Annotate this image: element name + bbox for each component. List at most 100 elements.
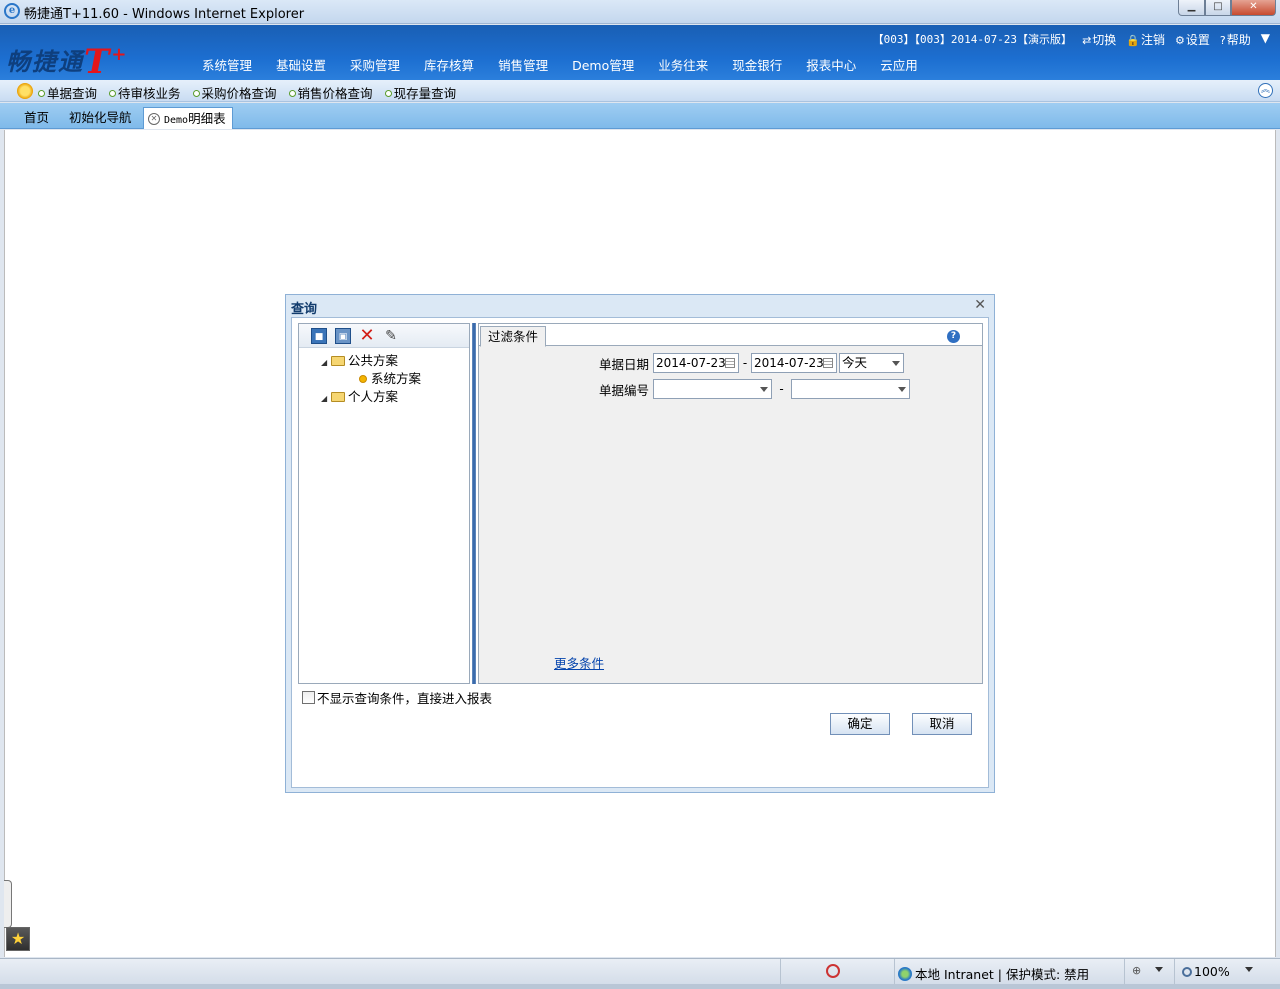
nav-system-management[interactable]: 系统管理 xyxy=(190,57,264,75)
save-icon[interactable]: ■ xyxy=(311,327,327,344)
skip-query-label: 不显示查询条件，直接进入报表 xyxy=(317,691,493,706)
bullet-icon xyxy=(192,90,200,97)
quick-link-stock-query[interactable]: 现存量查询 xyxy=(384,83,456,102)
number-to-select[interactable] xyxy=(791,379,910,399)
tree-node-personal[interactable]: ◢ 个人方案 xyxy=(321,388,469,406)
tab-demo-suffix: 明细表 xyxy=(188,111,226,126)
star-icon[interactable]: ★ xyxy=(6,927,30,951)
quick-link-pending-review[interactable]: 待审核业务 xyxy=(109,83,181,102)
window-title: 畅捷通T+11.60 - Windows Internet Explorer xyxy=(24,7,305,22)
help-icon[interactable]: ? xyxy=(947,330,960,343)
nav-business-dealings[interactable]: 业务往来 xyxy=(646,57,720,75)
settings-link[interactable]: ⚙设置 xyxy=(1175,31,1210,48)
protected-mode-icon[interactable]: ⊕ xyxy=(1132,964,1141,977)
dialog-title: 查询 xyxy=(291,302,318,317)
popup-blocker-icon[interactable] xyxy=(826,964,840,978)
globe-icon xyxy=(898,967,912,981)
nav-basic-settings[interactable]: 基础设置 xyxy=(264,57,338,75)
tree-node-system[interactable]: 系统方案 xyxy=(321,370,469,388)
folder-icon xyxy=(331,356,345,366)
switch-icon: ⇄ xyxy=(1082,34,1092,47)
number-label: 单据编号 xyxy=(598,382,649,398)
chevron-down-icon[interactable] xyxy=(760,387,768,392)
save-as-icon[interactable]: ▣ xyxy=(335,327,351,344)
help-link[interactable]: ?帮助 xyxy=(1220,31,1251,48)
favorites-bar: ★ xyxy=(4,880,30,952)
calendar-icon[interactable] xyxy=(823,358,833,368)
nav-purchase-management[interactable]: 采购管理 xyxy=(338,57,412,75)
dialog-body: ■ ▣ ✕ ✎ ◢ 公共方案 系统方案 ◢ 个人方案 过滤条件 ? 单据日期 2… xyxy=(291,317,989,788)
close-tab-icon[interactable]: ✕ xyxy=(148,113,160,125)
skip-query-checkbox[interactable] xyxy=(302,691,315,704)
tab-init-guide[interactable]: 初始化导航 xyxy=(69,107,132,129)
filter-tabs: 过滤条件 ? xyxy=(479,324,982,347)
expand-arrow-icon[interactable]: ◢ xyxy=(321,354,331,372)
help-icon: ? xyxy=(1219,34,1226,47)
tab-demo-detail[interactable]: ✕ Demo明细表 xyxy=(143,107,233,129)
number-from-select[interactable] xyxy=(653,379,772,399)
panel-splitter[interactable] xyxy=(472,323,476,684)
chevron-down-icon[interactable] xyxy=(898,387,906,392)
date-label: 单据日期 xyxy=(598,356,649,372)
number-row: 单据编号 - xyxy=(595,379,910,399)
scheme-tree: ◢ 公共方案 系统方案 ◢ 个人方案 xyxy=(299,348,469,406)
favorites-handle[interactable] xyxy=(4,880,12,928)
chevron-down-icon[interactable] xyxy=(1155,967,1163,972)
bullet-icon xyxy=(38,90,45,97)
logo-text: 畅捷通 xyxy=(6,47,84,76)
maximize-button[interactable]: □ xyxy=(1205,0,1231,16)
logo-mark: T xyxy=(84,42,112,82)
calendar-icon[interactable] xyxy=(725,358,735,368)
collapse-up-icon[interactable]: ︽ xyxy=(1258,83,1273,98)
dialog-close-icon[interactable]: ✕ xyxy=(974,297,986,313)
quick-link-sales-price[interactable]: 销售价格查询 xyxy=(288,83,373,102)
header-utility-bar: 【003】【003】2014-07-23【演示版】 ⇄切换 🔒注销 ⚙设置 ?帮… xyxy=(873,31,1270,48)
range-dash: - xyxy=(779,382,784,396)
nav-sales-management[interactable]: 销售管理 xyxy=(486,57,560,75)
tab-filter-conditions[interactable]: 过滤条件 xyxy=(480,326,547,347)
cancel-button[interactable]: 取消 xyxy=(912,713,972,735)
bullet-icon xyxy=(384,90,392,97)
zoom-icon xyxy=(1182,967,1192,977)
date-row: 单据日期 2014-07-23 - 2014-07-23 今天 xyxy=(595,353,904,373)
header-menu-dropdown[interactable]: ▼ xyxy=(1261,31,1270,48)
security-zone[interactable]: 本地 Intranet | 保护模式: 禁用 xyxy=(898,964,1089,983)
bullet-icon xyxy=(288,90,296,97)
status-divider xyxy=(1174,959,1175,984)
lock-icon: 🔒 xyxy=(1126,34,1140,47)
scheme-panel: ■ ▣ ✕ ✎ ◢ 公共方案 系统方案 ◢ 个人方案 xyxy=(298,323,470,684)
date-range-select[interactable]: 今天 xyxy=(839,353,904,373)
range-dash: - xyxy=(742,356,748,370)
nav-inventory-accounting[interactable]: 库存核算 xyxy=(412,57,486,75)
edit-icon[interactable]: ✎ xyxy=(383,328,399,344)
date-to-input[interactable]: 2014-07-23 xyxy=(751,353,837,373)
zoom-level[interactable]: 100% xyxy=(1182,964,1230,979)
tab-strip: 首页 初始化导航 ✕ Demo明细表 xyxy=(0,103,1280,129)
tab-home[interactable]: 首页 xyxy=(24,107,49,129)
quick-link-purchase-price[interactable]: 采购价格查询 xyxy=(192,83,277,102)
chevron-down-icon[interactable] xyxy=(1245,967,1253,972)
expand-arrow-icon[interactable]: ◢ xyxy=(321,390,331,408)
ok-button[interactable]: 确定 xyxy=(830,713,890,735)
nav-demo-management[interactable]: Demo管理 xyxy=(560,57,646,75)
delete-icon[interactable]: ✕ xyxy=(359,326,375,344)
nav-report-center[interactable]: 报表中心 xyxy=(794,57,868,75)
nav-cloud-apps[interactable]: 云应用 xyxy=(868,57,930,75)
chevron-down-icon[interactable] xyxy=(892,361,900,366)
status-divider xyxy=(1124,959,1125,984)
nav-cash-bank[interactable]: 现金银行 xyxy=(720,57,794,75)
minimize-button[interactable]: ▁ xyxy=(1178,0,1205,16)
date-from-input[interactable]: 2014-07-23 xyxy=(653,353,739,373)
quick-link-document-query[interactable]: 单据查询 xyxy=(38,83,97,102)
gear-icon: ⚙ xyxy=(1175,34,1185,47)
bullet-icon xyxy=(109,90,117,97)
close-window-button[interactable]: ✕ xyxy=(1231,0,1276,16)
tree-node-public[interactable]: ◢ 公共方案 xyxy=(321,352,469,370)
main-nav: 系统管理 基础设置 采购管理 库存核算 销售管理 Demo管理 业务往来 现金银… xyxy=(190,57,930,75)
taskbar-edge xyxy=(0,984,1280,989)
logout-link[interactable]: 🔒注销 xyxy=(1126,31,1165,48)
folder-icon xyxy=(331,392,345,402)
skip-query-option[interactable]: 不显示查询条件，直接进入报表 xyxy=(302,688,492,707)
switch-link[interactable]: ⇄切换 xyxy=(1082,31,1116,48)
more-conditions-link[interactable]: 更多条件 xyxy=(554,653,604,672)
